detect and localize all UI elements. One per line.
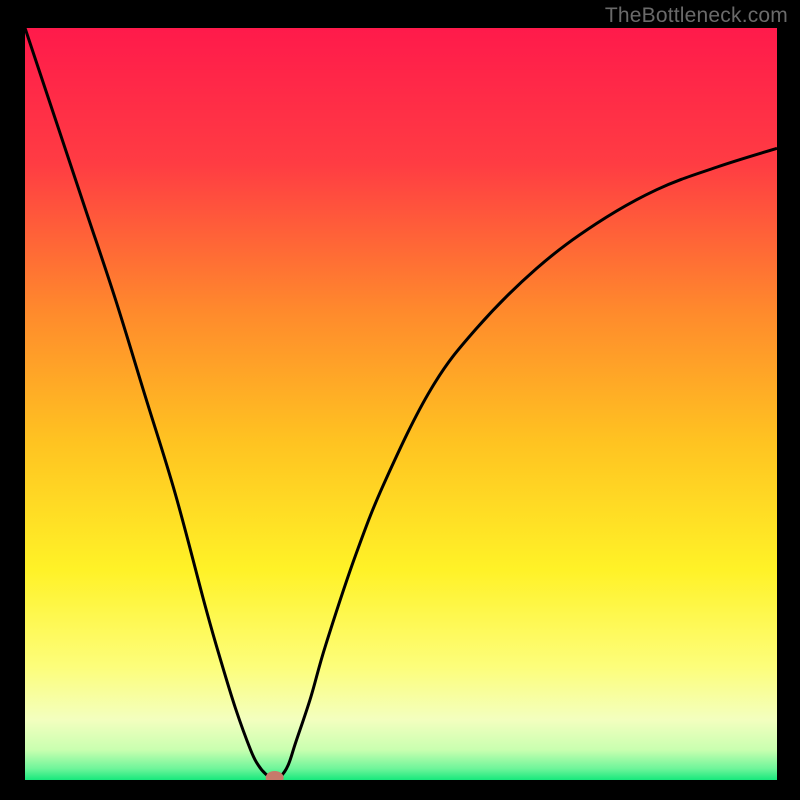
watermark-text: TheBottleneck.com xyxy=(605,4,788,28)
plot-frame xyxy=(25,28,777,780)
curve-path xyxy=(25,28,777,779)
minimum-marker xyxy=(266,771,284,780)
chart-stage: TheBottleneck.com xyxy=(0,0,800,800)
bottleneck-curve xyxy=(25,28,777,780)
